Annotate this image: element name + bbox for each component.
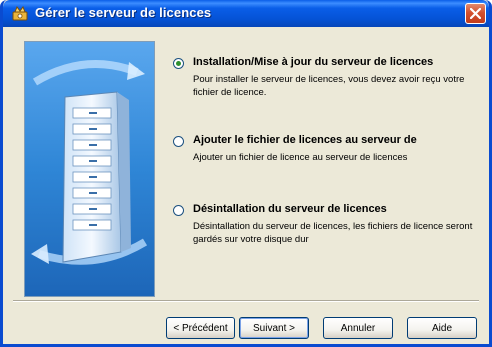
option-add-license-title: Ajouter le fichier de licences au serveu… bbox=[193, 134, 417, 146]
footer-divider bbox=[13, 300, 479, 302]
radio-add-license[interactable] bbox=[173, 136, 184, 147]
previous-button[interactable]: < Précédent bbox=[166, 317, 235, 339]
title-bar[interactable]: Gérer le serveur de licences bbox=[3, 0, 489, 27]
help-button[interactable]: Aide bbox=[407, 317, 477, 339]
option-install-description: Pour installer le serveur de licences, v… bbox=[193, 74, 465, 98]
radio-uninstall[interactable] bbox=[173, 205, 184, 216]
close-button[interactable] bbox=[465, 3, 486, 24]
close-icon bbox=[470, 8, 481, 19]
option-add-license-description: Ajouter un fichier de licence au serveur… bbox=[193, 152, 408, 163]
dialog-window: Gérer le serveur de licences Installatio… bbox=[0, 0, 492, 347]
option-uninstall-description: Désintallation du serveur de licences, l… bbox=[193, 221, 473, 245]
cancel-button[interactable]: Annuler bbox=[323, 317, 393, 339]
key-tool-icon bbox=[11, 5, 29, 23]
next-button[interactable]: Suivant > bbox=[239, 317, 309, 339]
radio-install[interactable] bbox=[173, 58, 184, 69]
server-illustration bbox=[24, 41, 155, 297]
option-install-title: Installation/Mise à jour du serveur de l… bbox=[193, 56, 434, 68]
option-uninstall-title: Désintallation du serveur de licences bbox=[193, 203, 387, 215]
window-title: Gérer le serveur de licences bbox=[35, 5, 212, 20]
